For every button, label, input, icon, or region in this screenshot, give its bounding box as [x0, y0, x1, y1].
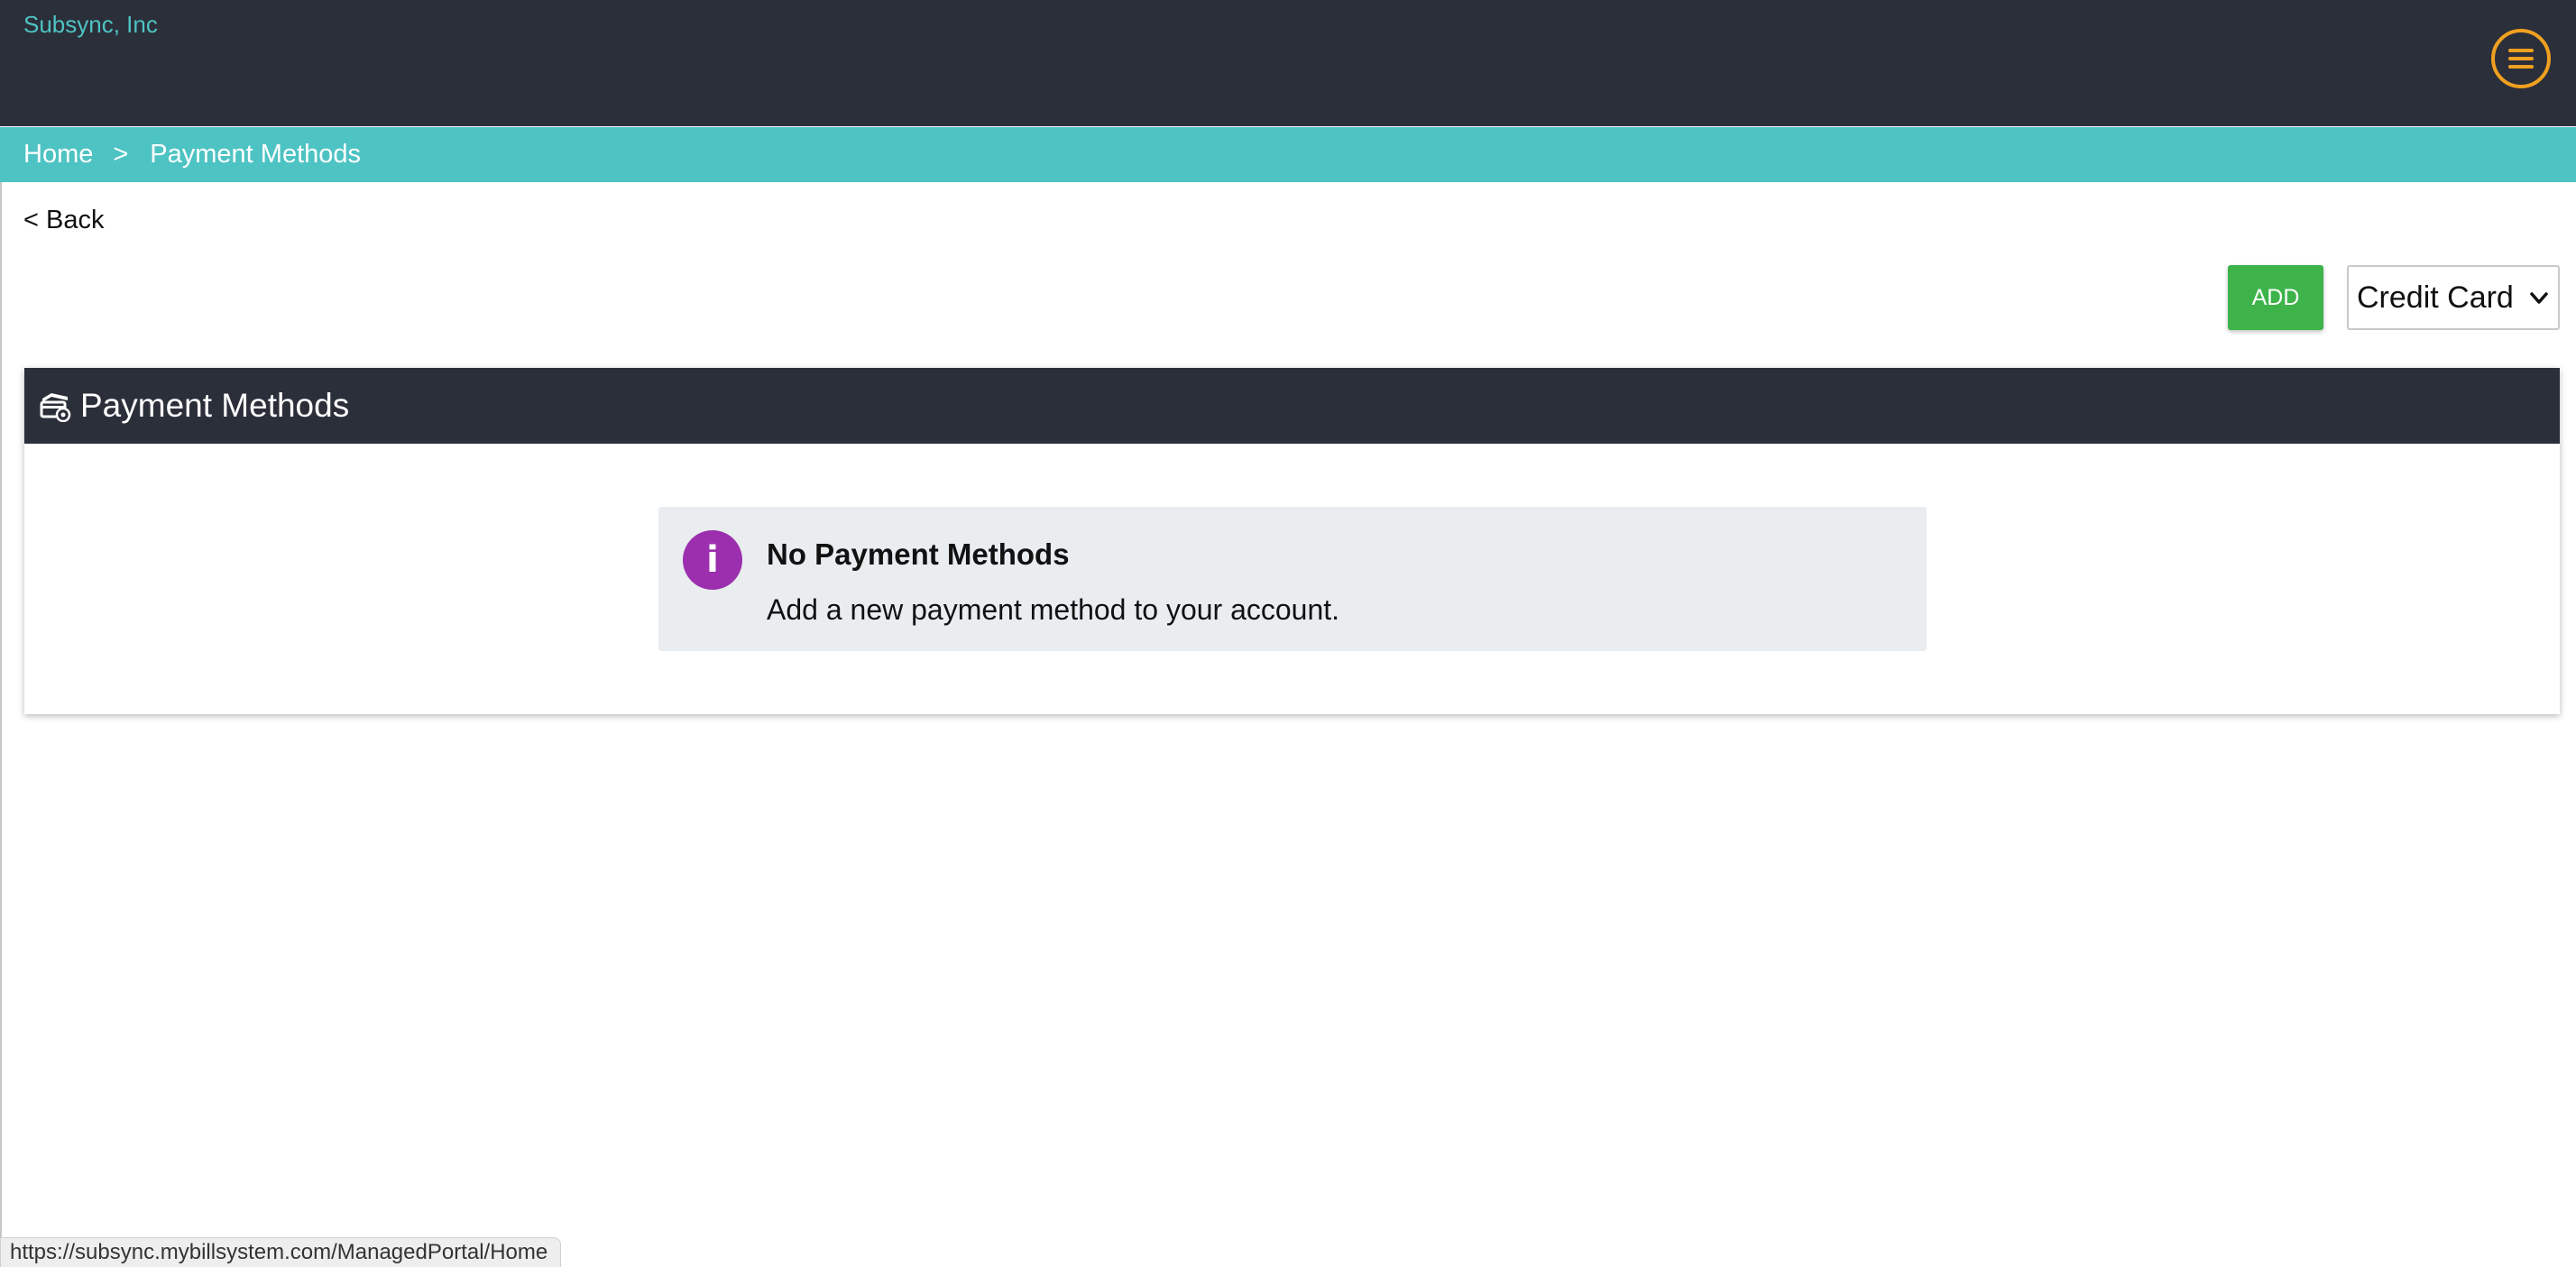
empty-state-notice: i No Payment Methods Add a new payment m…: [658, 507, 1927, 651]
top-header: Subsync, Inc: [0, 0, 2576, 126]
left-divider: [0, 182, 2, 1266]
breadcrumb: Home > Payment Methods: [0, 127, 2576, 182]
add-payment-button[interactable]: ADD: [2228, 265, 2323, 330]
payment-type-value: Credit Card: [2357, 280, 2514, 315]
breadcrumb-current: Payment Methods: [150, 140, 362, 169]
hamburger-menu-button[interactable]: [2491, 29, 2551, 88]
payment-methods-panel: Payment Methods i No Payment Methods Add…: [24, 368, 2560, 714]
back-link[interactable]: < Back: [23, 206, 104, 235]
info-icon: i: [683, 530, 742, 590]
chevron-down-icon: [2530, 292, 2548, 304]
breadcrumb-separator: >: [113, 140, 129, 169]
status-bar-url: https://subsync.mybillsystem.com/Managed…: [0, 1237, 562, 1267]
panel-header: Payment Methods: [24, 368, 2560, 444]
payment-method-icon: [39, 390, 71, 422]
hamburger-menu-icon: [2508, 49, 2534, 69]
payment-type-select[interactable]: Credit Card: [2347, 265, 2560, 330]
panel-title: Payment Methods: [80, 387, 350, 424]
brand-name[interactable]: Subsync, Inc: [23, 11, 158, 39]
breadcrumb-home-link[interactable]: Home: [23, 140, 93, 170]
empty-state-message: Add a new payment method to your account…: [767, 593, 1340, 626]
empty-state-title: No Payment Methods: [767, 537, 1070, 571]
